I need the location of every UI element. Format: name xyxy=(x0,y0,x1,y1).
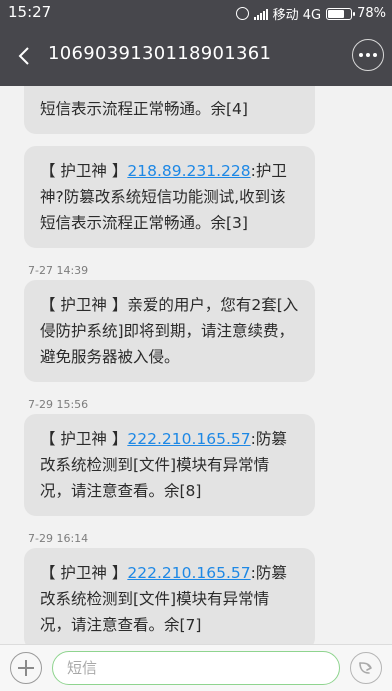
alarm-icon xyxy=(235,7,249,20)
back-button[interactable] xyxy=(6,36,42,76)
plus-circle-icon[interactable] xyxy=(10,652,42,684)
more-dot xyxy=(373,53,377,57)
message-group: 7-29 15:56 【 护卫神 】222.210.165.57:防篡改系统检测… xyxy=(0,396,392,516)
message-group: 7-27 14:39 【 护卫神 】亲爱的用户，您有2套[入侵防护系统]即将到期… xyxy=(0,262,392,382)
composer-bar xyxy=(0,644,392,691)
message-prefix: 【 护卫神 】 xyxy=(40,564,128,582)
message-prefix: 【 护卫神 】 xyxy=(40,296,128,314)
send-button[interactable] xyxy=(350,652,382,684)
message-bubble[interactable]: 短信表示流程正常畅通。余[4] xyxy=(24,86,315,134)
message-list[interactable]: 短信表示流程正常畅通。余[4] 【 护卫神 】218.89.231.228:护卫… xyxy=(0,86,392,644)
more-dot xyxy=(366,53,370,57)
message-bubble[interactable]: 【 护卫神 】222.210.165.57:防篡改系统检测到[文件]模块有异常情… xyxy=(24,548,315,644)
battery-fill xyxy=(328,9,345,18)
message-text: 短信表示流程正常畅通。余[4] xyxy=(40,100,248,118)
signal-icon xyxy=(253,8,268,20)
more-dot xyxy=(359,53,363,57)
status-bar: 15:27 移动 4G 78% xyxy=(0,0,392,26)
ip-link[interactable]: 218.89.231.228 xyxy=(127,162,250,180)
message-bubble[interactable]: 【 护卫神 】222.210.165.57:防篡改系统检测到[文件]模块有异常情… xyxy=(24,414,315,516)
message-bubble[interactable]: 【 护卫神 】亲爱的用户，您有2套[入侵防护系统]即将到期，请注意续费，避免服务… xyxy=(24,280,315,382)
battery-percent: 78% xyxy=(357,6,386,21)
ip-link[interactable]: 222.210.165.57 xyxy=(127,430,250,448)
message-timestamp: 7-27 14:39 xyxy=(28,264,89,277)
message-bubble[interactable]: 【 护卫神 】218.89.231.228:护卫神?防篡改系统短信功能测试,收到… xyxy=(24,146,315,248)
ip-link[interactable]: 222.210.165.57 xyxy=(127,564,250,582)
message-text xyxy=(40,86,45,92)
send-icon xyxy=(359,662,372,674)
message-group: 短信表示流程正常畅通。余[4] xyxy=(0,86,392,134)
status-time: 15:27 xyxy=(8,3,52,21)
message-group: 【 护卫神 】218.89.231.228:护卫神?防篡改系统短信功能测试,收到… xyxy=(0,146,392,248)
more-button[interactable] xyxy=(352,39,384,71)
title-bar: 106903913011890136​1 xyxy=(0,26,392,86)
message-prefix: 【 护卫神 】 xyxy=(40,430,128,448)
chevron-left-icon xyxy=(18,47,29,65)
carrier-label: 移动 4G xyxy=(272,8,322,23)
battery-icon xyxy=(326,7,356,20)
message-group: 7-29 16:14 【 护卫神 】222.210.165.57:防篡改系统检测… xyxy=(0,530,392,644)
message-timestamp: 7-29 16:14 xyxy=(28,532,89,545)
conversation-title: 106903913011890136​1 xyxy=(48,43,272,64)
sms-input[interactable] xyxy=(52,651,340,685)
message-prefix: 【 护卫神 】 xyxy=(40,162,128,180)
message-timestamp: 7-29 15:56 xyxy=(28,398,89,411)
status-right: 移动 4G 78% xyxy=(235,4,386,23)
